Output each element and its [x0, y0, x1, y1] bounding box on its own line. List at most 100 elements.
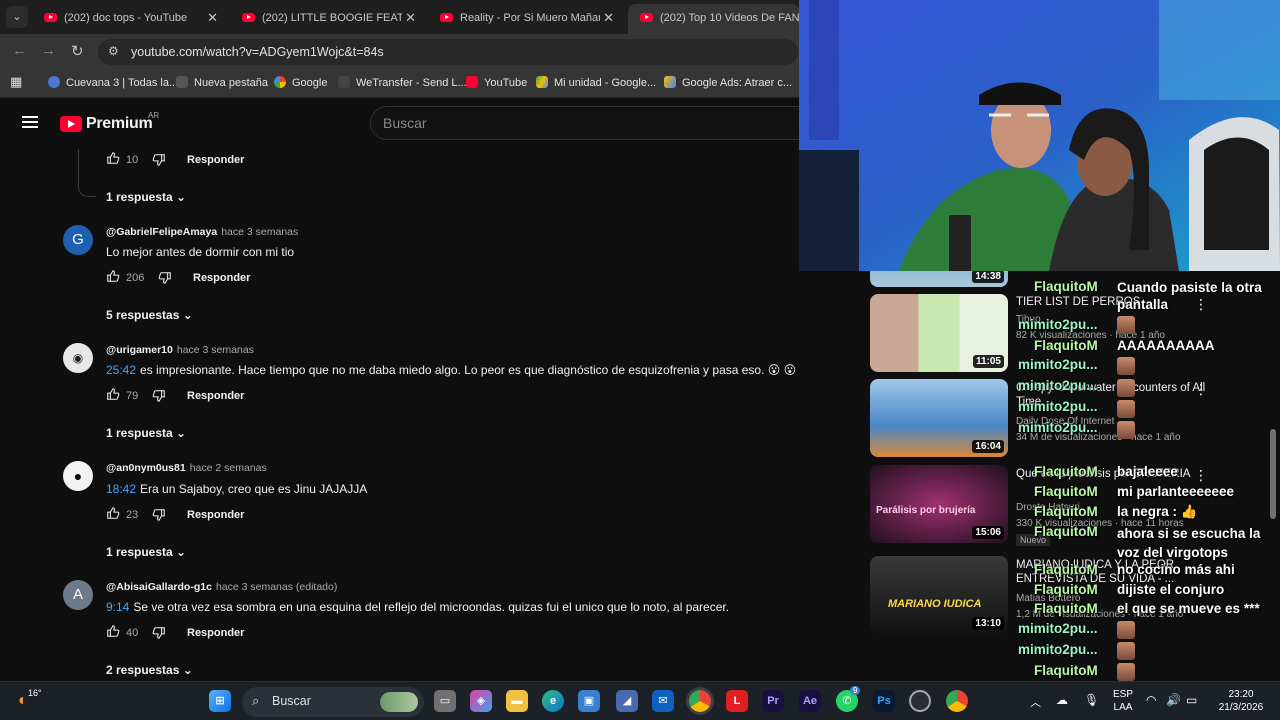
search-input[interactable]: [383, 115, 783, 131]
language-indicator[interactable]: ESP LAA: [1110, 688, 1136, 714]
reload-icon[interactable]: ↻: [71, 42, 84, 60]
reply-button[interactable]: Responder: [187, 154, 244, 166]
clock[interactable]: 23:20 21/3/2026: [1208, 688, 1274, 714]
video-thumbnail[interactable]: 14:38: [870, 271, 1008, 287]
view-replies-button[interactable]: 1 respuesta ⌄: [106, 426, 186, 440]
obs-icon[interactable]: [909, 690, 931, 712]
search-box[interactable]: [370, 106, 810, 140]
site-info-icon[interactable]: ⚙: [108, 44, 119, 58]
more-options-icon[interactable]: ⋮: [1194, 467, 1208, 484]
comment-date[interactable]: hace 3 semanas: [221, 226, 298, 238]
omnibox[interactable]: ⚙ youtube.com/watch?v=ADGyem1Wojc&t=84s: [98, 39, 798, 65]
view-replies-button[interactable]: 1 respuesta ⌄: [106, 190, 186, 204]
video-duration: 11:05: [972, 355, 1004, 368]
youtube-logo-icon[interactable]: [60, 116, 82, 132]
youtube-favicon-icon: [242, 13, 255, 22]
menu-icon[interactable]: [22, 116, 38, 128]
more-options-icon[interactable]: ⋮: [1194, 381, 1208, 398]
bookmark-item[interactable]: YouTube: [466, 76, 527, 89]
reply-button[interactable]: Responder: [193, 272, 250, 284]
dislike-icon[interactable]: [152, 626, 166, 640]
reply-button[interactable]: Responder: [187, 390, 244, 402]
forward-arrow-icon[interactable]: →: [41, 42, 56, 59]
view-replies-button[interactable]: 1 respuesta ⌄: [106, 545, 186, 559]
like-icon[interactable]: [106, 387, 120, 401]
outlook-icon[interactable]: ✉: [652, 690, 674, 712]
onedrive-icon[interactable]: ☁: [1056, 693, 1068, 707]
bookmark-item[interactable]: Google Ads: Atraer c...: [664, 76, 792, 89]
comment-author[interactable]: @AbisaiGallardo-g1c hace 3 semanas (edita…: [106, 581, 337, 593]
close-tab-icon[interactable]: ✕: [405, 10, 416, 26]
tab-search-button[interactable]: ⌄: [6, 6, 28, 28]
page-scrollbar[interactable]: [1268, 271, 1280, 681]
after-effects-icon[interactable]: Ae: [799, 690, 821, 712]
premiere-icon[interactable]: Pr: [762, 690, 784, 712]
tray-chevron-icon[interactable]: ︿: [1030, 694, 1041, 710]
view-replies-button[interactable]: 2 respuestas ⌄: [106, 663, 193, 677]
comment-date[interactable]: hace 3 semanas (editado): [216, 581, 337, 593]
comment-author[interactable]: @GabrielFelipeAmaya hace 3 semanas: [106, 226, 298, 238]
youtube-premium-logo[interactable]: Premium: [86, 115, 153, 133]
video-thumbnail[interactable]: Parálisis por brujería 15:06: [870, 465, 1008, 543]
taskbar-search[interactable]: ⌕ Buscar: [242, 687, 424, 717]
avatar[interactable]: G: [63, 225, 93, 255]
timestamp-link[interactable]: 25:42: [106, 363, 136, 377]
volume-icon[interactable]: 🔊: [1166, 693, 1181, 707]
weather-temp[interactable]: 16°: [28, 688, 42, 698]
bookmark-item[interactable]: Google: [274, 76, 327, 89]
weather-icon[interactable]: ◐: [18, 692, 28, 710]
timestamp-link[interactable]: 18:42: [106, 482, 136, 496]
apps-grid-icon[interactable]: ▦: [10, 74, 22, 90]
like-icon[interactable]: [106, 151, 120, 165]
dislike-icon[interactable]: [152, 389, 166, 403]
video-thumbnail[interactable]: MARIANO IUDICA 13:10: [870, 556, 1008, 634]
bookmark-item[interactable]: WeTransfer - Send L...: [338, 76, 467, 89]
reply-button[interactable]: Responder: [187, 627, 244, 639]
like-icon[interactable]: [106, 624, 120, 638]
close-tab-icon[interactable]: ✕: [603, 10, 614, 26]
video-duration: 13:10: [972, 617, 1004, 630]
like-icon[interactable]: [106, 269, 120, 283]
scrollbar-thumb[interactable]: [1270, 429, 1276, 519]
photoshop-icon[interactable]: Ps: [873, 690, 895, 712]
timestamp-link[interactable]: 9:14: [106, 600, 129, 614]
comment-date[interactable]: hace 3 semanas: [177, 344, 254, 356]
battery-icon[interactable]: ▭: [1186, 693, 1197, 707]
lbox-icon[interactable]: L: [726, 690, 748, 712]
like-icon[interactable]: [106, 506, 120, 520]
avatar[interactable]: ◉: [63, 343, 93, 373]
browser-tab[interactable]: Reality - Por Si Muero Mañana ✕: [428, 4, 624, 34]
file-explorer-icon[interactable]: ▬: [506, 690, 528, 712]
avatar[interactable]: ●: [63, 461, 93, 491]
edge-icon[interactable]: e: [542, 690, 564, 712]
comment-date[interactable]: hace 2 semanas: [190, 462, 267, 474]
view-replies-button[interactable]: 5 respuestas ⌄: [106, 308, 193, 322]
video-thumbnail[interactable]: 11:05: [870, 294, 1008, 372]
microphone-icon[interactable]: 🎙: [1084, 693, 1099, 707]
windows-start-icon[interactable]: ⊞: [209, 690, 231, 712]
dislike-icon[interactable]: [152, 153, 166, 167]
browser-tab-active[interactable]: (202) Top 10 Videos De FANTASMAS: [628, 4, 800, 34]
video-thumbnail[interactable]: 16:04: [870, 379, 1008, 457]
dislike-icon[interactable]: [158, 271, 172, 285]
comment-author[interactable]: @an0nym0us81 hace 2 semanas: [106, 462, 267, 474]
avatar[interactable]: A: [63, 580, 93, 610]
bookmark-item[interactable]: Cuevana 3 | Todas la...: [48, 76, 178, 89]
copilot-icon[interactable]: ◈: [470, 690, 492, 712]
task-view-icon[interactable]: ▭: [434, 690, 456, 712]
reply-button[interactable]: Responder: [187, 509, 244, 521]
bookmark-item[interactable]: Nueva pestaña: [176, 76, 268, 89]
app-icon[interactable]: ◢: [616, 690, 638, 712]
store-icon[interactable]: ▣: [578, 690, 600, 712]
chrome-profile-icon[interactable]: [946, 690, 968, 712]
back-arrow-icon[interactable]: ←: [12, 42, 27, 59]
wifi-icon[interactable]: ◠: [1146, 693, 1156, 707]
dislike-icon[interactable]: [152, 508, 166, 522]
comments-section: 10 Responder 1 respuesta ⌄ G @GabrielFel…: [0, 149, 800, 681]
browser-tab[interactable]: (202) LITTLE BOOGIE FEAT. MILA ✕: [230, 4, 426, 34]
chrome-icon[interactable]: [689, 690, 711, 712]
comment-author[interactable]: @urigamer10 hace 3 semanas: [106, 344, 254, 356]
browser-tab[interactable]: (202) doc tops - YouTube ✕: [32, 4, 228, 34]
close-tab-icon[interactable]: ✕: [207, 10, 218, 26]
bookmark-item[interactable]: Mi unidad - Google...: [536, 76, 656, 89]
